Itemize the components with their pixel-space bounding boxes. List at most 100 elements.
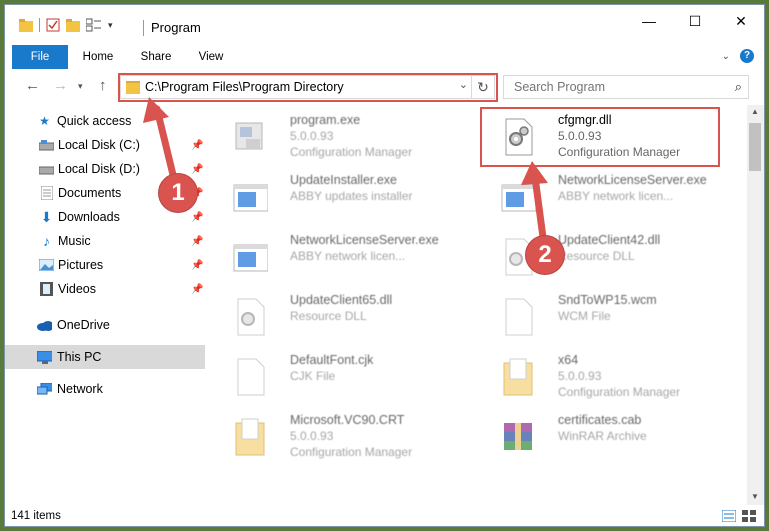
maximize-button[interactable]: ☐	[672, 5, 718, 37]
file-name: certificates.cab	[558, 413, 642, 427]
sidebar-item-label: Quick access	[57, 114, 132, 128]
properties-icon[interactable]	[46, 18, 60, 32]
file-item[interactable]: NetworkLicenseServer.exe ABBY network li…	[478, 169, 718, 221]
file-name: DefaultFont.cjk	[290, 353, 374, 367]
network-icon	[37, 382, 52, 396]
file-description: WinRAR Archive	[558, 429, 647, 443]
item-count: 141 items	[11, 510, 61, 522]
forward-icon[interactable]: →	[53, 77, 68, 94]
pin-icon[interactable]: 📌	[191, 284, 203, 295]
sidebar-item-music[interactable]: ♪ Music 📌	[5, 229, 205, 253]
file-version: 5.0.0.93	[290, 129, 334, 143]
file-description: ABBY network licen...	[558, 189, 674, 203]
pin-icon[interactable]: 📌	[191, 236, 203, 247]
dll-gear-icon	[237, 298, 265, 336]
minimize-button[interactable]: —	[626, 5, 672, 37]
new-folder-icon[interactable]	[66, 18, 80, 32]
folder-icon[interactable]	[19, 18, 33, 32]
sidebar-item-videos[interactable]: Videos 📌	[5, 277, 205, 301]
tab-share[interactable]: Share	[133, 45, 179, 69]
blank-file-icon	[505, 298, 533, 336]
file-description: Configuration Manager	[290, 445, 413, 459]
file-version: 5.0.0.93	[558, 369, 602, 383]
file-name: NetworkLicenseServer.exe	[558, 173, 707, 187]
help-icon[interactable]: ?	[740, 49, 754, 63]
pin-icon[interactable]: 📌	[191, 164, 203, 175]
folder-doc-icon	[235, 418, 265, 456]
folder-doc-icon	[503, 358, 533, 396]
file-item[interactable]: x64 5.0.0.93 Configuration Manager	[478, 349, 718, 401]
back-icon[interactable]: ←	[25, 77, 40, 94]
file-item[interactable]: UpdateClient65.dll Resource DLL	[210, 289, 450, 341]
file-item[interactable]: SndToWP15.wcm WCM File	[478, 289, 718, 341]
file-description: Configuration Manager	[290, 145, 413, 159]
pin-icon[interactable]: 📌	[191, 212, 203, 223]
file-description: CJK File	[290, 369, 336, 383]
file-item[interactable]: Microsoft.VC90.CRT 5.0.0.93 Configuratio…	[210, 409, 450, 461]
window-icon	[233, 184, 268, 212]
scroll-thumb[interactable]	[749, 123, 761, 171]
file-description: ABBY network licen...	[290, 249, 406, 263]
divider	[39, 18, 40, 32]
sidebar-item-label: Local Disk (D:)	[58, 162, 140, 176]
tiles-view-icon[interactable]	[742, 510, 756, 525]
file-name: x64	[558, 353, 579, 367]
file-item[interactable]: program.exe 5.0.0.93 Configuration Manag…	[210, 109, 450, 161]
file-name: SndToWP15.wcm	[558, 293, 657, 307]
view-options-icon[interactable]	[86, 18, 102, 32]
tab-view[interactable]: View	[191, 45, 231, 69]
recent-locations-icon[interactable]: ▾	[78, 81, 83, 92]
window-icon	[501, 184, 536, 212]
sidebar-item-label: OneDrive	[57, 318, 110, 332]
file-description: ABBY updates installer	[290, 189, 413, 203]
file-version: 5.0.0.93	[290, 429, 334, 443]
chevron-down-icon[interactable]: ▾	[108, 20, 113, 31]
explorer-window: ▾ Program — ☐ ✕ File Home Share View ⌄ ?…	[4, 4, 765, 527]
up-icon[interactable]: ↑	[99, 77, 107, 94]
file-description: Resource DLL	[290, 309, 367, 323]
sidebar-item-this-pc[interactable]: This PC	[5, 345, 205, 369]
search-input[interactable]	[512, 79, 716, 95]
search-icon[interactable]: ⌕	[735, 79, 742, 95]
sidebar-item-label: Pictures	[58, 258, 104, 272]
tab-home[interactable]: Home	[75, 45, 121, 69]
scroll-up-icon[interactable]: ▲	[751, 107, 759, 116]
file-name: UpdateInstaller.exe	[290, 173, 398, 187]
window-title: Program	[151, 20, 201, 35]
sidebar-item-network[interactable]: Network	[5, 377, 205, 401]
close-button[interactable]: ✕	[718, 5, 764, 37]
pin-icon[interactable]: 📌	[191, 260, 203, 271]
file-item[interactable]: DefaultFont.cjk CJK File	[210, 349, 450, 401]
file-item[interactable]: NetworkLicenseServer.exe ABBY network li…	[210, 229, 450, 281]
pin-icon[interactable]: 📌	[191, 140, 203, 151]
search-box[interactable]: ⌕	[503, 75, 749, 99]
sidebar-item-label: This PC	[57, 350, 102, 364]
sidebar-item-quick-access[interactable]: ★ Quick access	[5, 109, 205, 133]
file-name: UpdateClient42.dll	[558, 233, 661, 247]
sidebar-item-pictures[interactable]: Pictures 📌	[5, 253, 205, 277]
file-description: Configuration Manager	[558, 385, 681, 399]
ribbon-tabs: File Home Share View ⌄ ?	[5, 45, 764, 97]
file-item[interactable]: UpdateClient42.dll Resource DLL	[478, 229, 718, 281]
sidebar-item-local-disk-c[interactable]: Local Disk (C:) 📌	[5, 133, 205, 157]
quick-access-toolbar: ▾	[19, 18, 113, 32]
sidebar-item-label: Documents	[58, 186, 122, 200]
file-name: Microsoft.VC90.CRT	[290, 413, 405, 427]
vertical-scrollbar[interactable]: ▲ ▼	[747, 105, 764, 505]
step-badge-2: 2	[525, 235, 565, 275]
sidebar-item-label: Videos	[58, 282, 96, 296]
scroll-down-icon[interactable]: ▼	[751, 492, 759, 501]
status-bar: 141 items	[5, 508, 764, 526]
file-description: WCM File	[558, 309, 611, 323]
expand-ribbon-icon[interactable]: ⌄	[722, 51, 730, 62]
computer-icon	[37, 350, 52, 364]
title-bar: ▾ Program — ☐ ✕	[5, 5, 764, 45]
ribbon-right: ⌄ ?	[722, 49, 754, 63]
navigation-pane: ★ Quick access Local Disk (C:) 📌 Local D…	[5, 105, 205, 505]
file-item[interactable]: UpdateInstaller.exe ABBY updates install…	[210, 169, 450, 221]
drive-icon	[39, 163, 54, 176]
file-item[interactable]: certificates.cab WinRAR Archive	[478, 409, 718, 461]
details-view-icon[interactable]	[721, 509, 737, 525]
sidebar-item-onedrive[interactable]: OneDrive	[5, 313, 205, 337]
cloud-icon	[37, 319, 52, 332]
